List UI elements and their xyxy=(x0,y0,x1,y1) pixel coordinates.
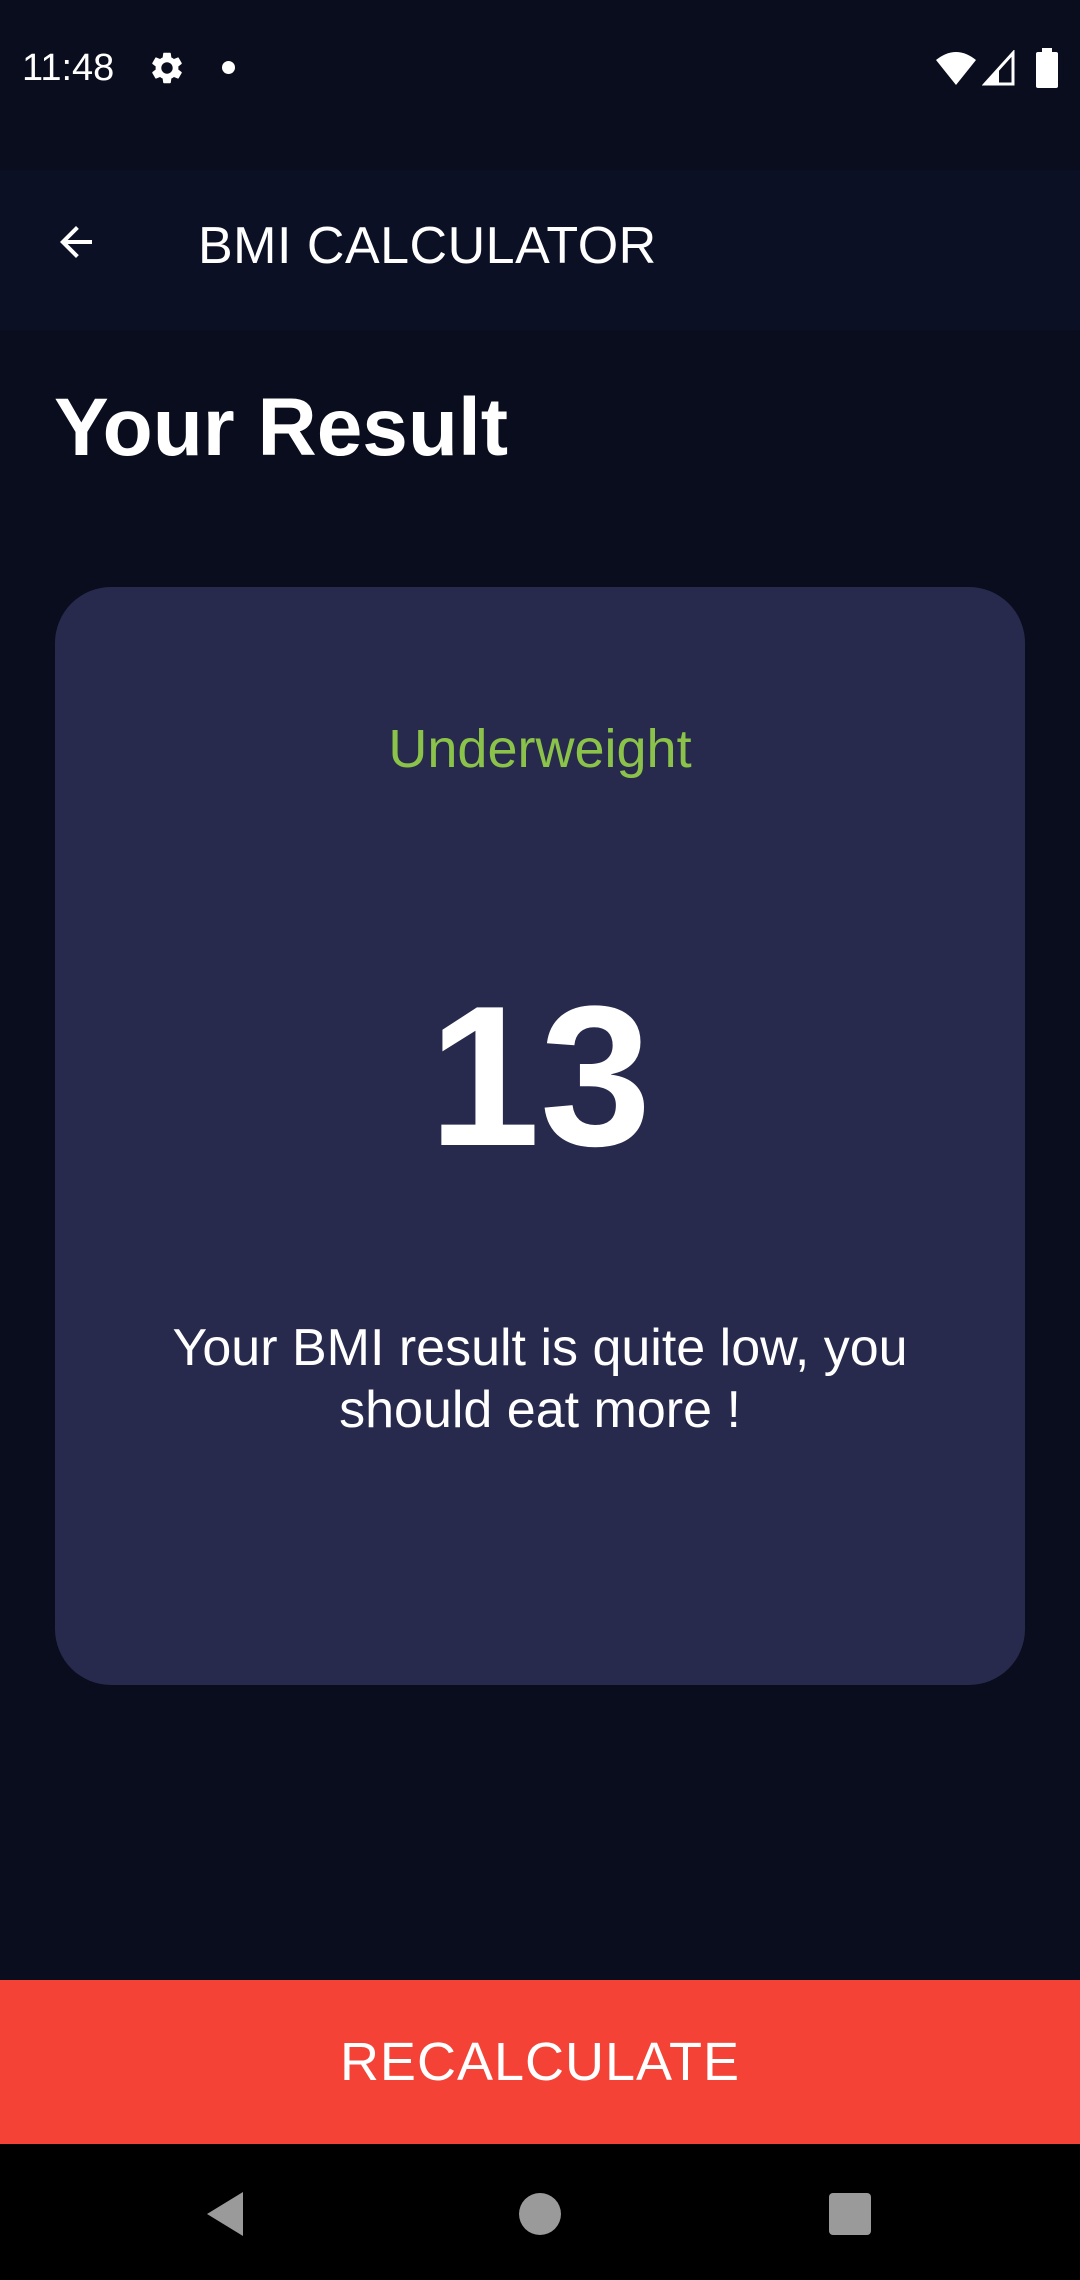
recalculate-label: RECALCULATE xyxy=(339,2032,741,2092)
nav-back-icon[interactable] xyxy=(203,2190,247,2238)
status-bar: 11:48 xyxy=(0,0,1080,134)
gear-icon xyxy=(152,52,182,84)
page-title: Your Result xyxy=(54,382,509,473)
status-time: 11:48 xyxy=(22,47,115,89)
recalculate-button[interactable]: RECALCULATE xyxy=(0,1980,1080,2144)
bmi-value: 13 xyxy=(428,965,652,1188)
result-status-label: Underweight xyxy=(388,719,692,779)
result-message: Your BMI result is quite low, you should… xyxy=(172,1319,908,1439)
back-button[interactable] xyxy=(44,210,108,274)
nav-home-icon[interactable] xyxy=(519,2193,561,2235)
notification-dot-icon xyxy=(222,61,235,74)
app-bar: BMI CALCULATOR xyxy=(0,170,1080,330)
nav-recents-icon[interactable] xyxy=(829,2193,871,2235)
wifi-icon xyxy=(936,52,976,85)
cell-signal-icon xyxy=(982,50,1015,86)
arrow-back-icon xyxy=(60,226,92,258)
result-card: Underweight 13 Your BMI result is quite … xyxy=(55,587,1025,1685)
system-nav-bar xyxy=(0,2144,1080,2280)
battery-icon xyxy=(1036,48,1058,88)
app-title: BMI CALCULATOR xyxy=(198,217,657,275)
